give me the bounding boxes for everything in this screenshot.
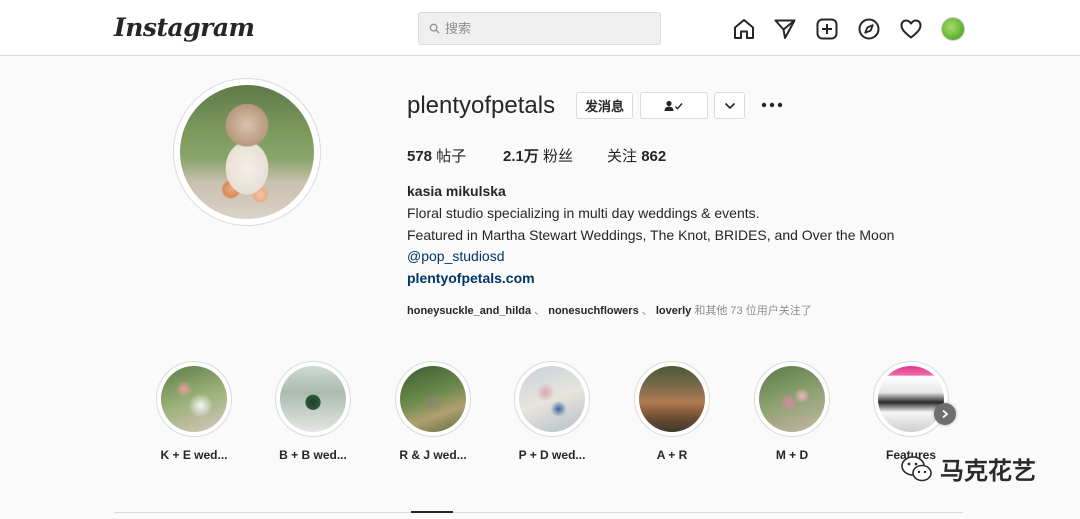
watermark-text: 马克花艺 — [940, 458, 1036, 485]
highlight-cover — [156, 361, 232, 437]
more-options-button[interactable] — [761, 96, 783, 114]
highlight-cover — [634, 361, 710, 437]
suggested-accounts-dropdown[interactable] — [714, 92, 745, 119]
followed-by-suffix: 和其他 73 位用户关注了 — [694, 305, 812, 317]
explore-compass-icon[interactable] — [857, 17, 881, 41]
profile-username: plentyofpetals — [407, 92, 556, 119]
message-button[interactable]: 发消息 — [576, 92, 633, 119]
bio-line-2: Featured in Martha Stewart Weddings, The… — [407, 227, 895, 243]
home-icon[interactable] — [732, 17, 756, 41]
bio-mention-link[interactable]: @pop_studiosd — [407, 248, 505, 264]
website-link[interactable]: plentyofpetals.com — [407, 270, 535, 286]
profile-full-name: kasia mikulska — [407, 183, 506, 199]
top-navigation-bar: Instagram — [0, 0, 1080, 56]
follower-name-3[interactable]: loverly — [656, 305, 691, 317]
highlight-cover — [395, 361, 471, 437]
follower-name-1[interactable]: honeysuckle_and_hilda — [407, 305, 531, 317]
highlight-label: A + R — [656, 448, 688, 462]
posts-count: 578 — [407, 148, 433, 165]
highlight-label: R & J wed... — [399, 448, 467, 462]
profile-avatar[interactable] — [173, 78, 321, 226]
more-dots-icon — [761, 102, 783, 108]
activity-heart-icon[interactable] — [899, 17, 923, 41]
instagram-logo[interactable]: Instagram — [114, 13, 255, 42]
bio-line-1: Floral studio specializing in multi day … — [407, 205, 760, 221]
followers-stat[interactable]: 2.1万 粉丝 — [503, 145, 573, 166]
posts-label: 帖子 — [436, 148, 467, 165]
wechat-icon — [901, 455, 932, 481]
user-check-icon — [664, 100, 683, 111]
following-label: 关注 — [607, 148, 638, 165]
active-tab-indicator — [411, 511, 453, 513]
following-stat[interactable]: 关注 862 — [607, 145, 666, 166]
chevron-right-icon — [942, 409, 949, 419]
highlight-label: M + D — [775, 448, 809, 462]
highlight-label: K + E wed... — [160, 448, 228, 462]
following-button[interactable] — [640, 92, 708, 119]
highlight-cover — [754, 361, 830, 437]
followers-count: 2.1万 — [503, 148, 539, 165]
following-count: 862 — [641, 148, 667, 165]
follower-name-2[interactable]: nonesuchflowers — [548, 305, 638, 317]
new-post-icon[interactable] — [815, 17, 839, 41]
highlight-cover — [275, 361, 351, 437]
current-user-avatar[interactable] — [941, 17, 965, 41]
profile-photo — [180, 85, 314, 219]
separator: 、 — [534, 305, 546, 317]
highlight-label: B + B wed... — [279, 448, 347, 462]
search-input[interactable] — [445, 21, 645, 36]
highlight-label: P + D wed... — [518, 448, 586, 462]
search-box[interactable] — [418, 12, 661, 45]
tabs-divider — [114, 512, 963, 513]
direct-send-icon[interactable] — [773, 17, 797, 41]
search-icon — [429, 23, 440, 34]
separator: 、 — [641, 305, 653, 317]
chevron-down-icon — [724, 102, 735, 109]
posts-stat: 578 帖子 — [407, 145, 466, 166]
highlight-cover — [514, 361, 590, 437]
highlight-cover — [873, 361, 949, 437]
followed-by-text[interactable]: honeysuckle_and_hilda 、 nonesuchflowers … — [407, 302, 812, 318]
followers-label: 粉丝 — [543, 148, 574, 165]
highlights-next-button[interactable] — [934, 403, 956, 425]
watermark: 马克花艺 — [900, 451, 1036, 486]
